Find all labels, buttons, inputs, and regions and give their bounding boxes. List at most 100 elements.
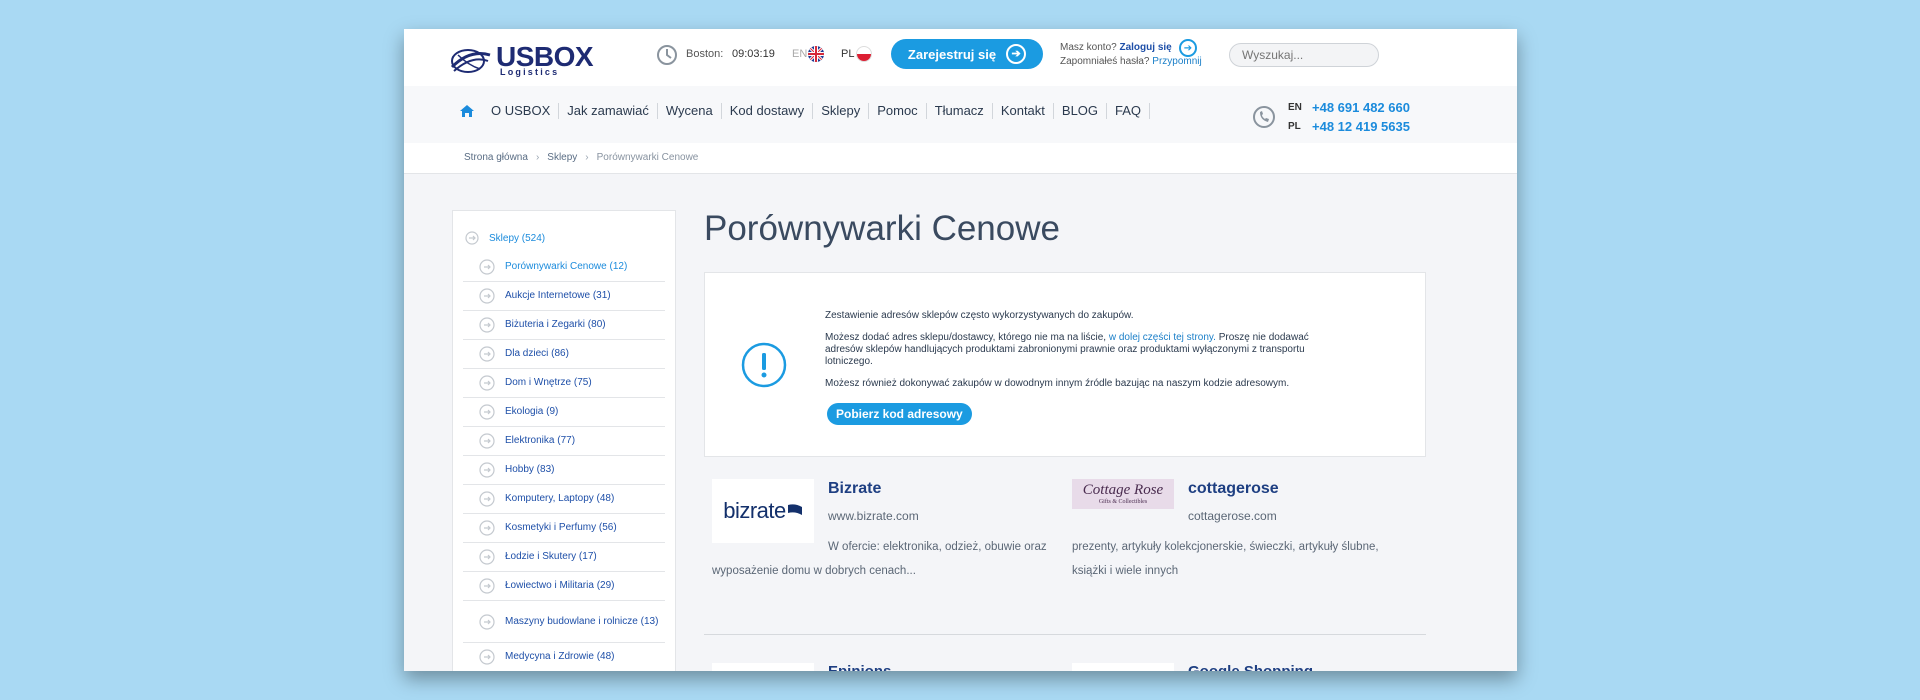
shop-card-bizrate: bizrate Bizrate www.bizrate.com W oferci… — [712, 479, 1052, 599]
circle-arrow-icon — [479, 491, 495, 507]
sidebar-item-label: Elektronika (77) — [505, 435, 576, 446]
info-box: Zestawienie adresów sklepów często wykor… — [704, 272, 1426, 457]
nav-item-kontakt[interactable]: Kontakt — [991, 103, 1053, 119]
shop-url[interactable]: cottagerose.com — [1188, 509, 1277, 523]
phone-number-pl[interactable]: +48 12 419 5635 — [1312, 119, 1410, 134]
shop-url[interactable]: www.bizrate.com — [828, 509, 919, 523]
sidebar-item-label: Łowiectwo i Militaria (29) — [505, 580, 615, 591]
sidebar-item-label: Komputery, Laptopy (48) — [505, 493, 615, 504]
shop-card-cottagerose: Cottage Rose Gifts & Collectibles cottag… — [1072, 479, 1412, 599]
city-label: Boston: — [686, 48, 724, 60]
globe-logo-icon — [450, 49, 491, 73]
cottagerose-logo[interactable]: Cottage Rose Gifts & Collectibles — [1072, 479, 1174, 509]
add-shop-link[interactable]: w dolej części tej strony. — [1109, 332, 1216, 343]
sidebar-item-label: Ekologia (9) — [505, 406, 559, 417]
register-label: Zarejestruj się — [907, 46, 997, 62]
breadcrumb-shops[interactable]: Sklepy — [547, 152, 577, 163]
sidebar-item-label: Biżuteria i Zegarki (80) — [505, 319, 606, 330]
phone-icon — [1253, 106, 1275, 128]
top-bar: USBOX Logistics Boston: 09:03:19 EN PL Z… — [404, 29, 1517, 86]
sidebar-item[interactable]: Łowiectwo i Militaria (29) — [463, 572, 665, 601]
sidebar-item[interactable]: Maszyny budowlane i rolnicze (13) — [463, 601, 665, 643]
nav-item-pomoc[interactable]: Pomoc — [868, 103, 925, 119]
shop-name-google-shopping[interactable]: Google Shopping — [1188, 663, 1313, 671]
sidebar-item[interactable]: Hobby (83) — [463, 456, 665, 485]
uk-flag-icon[interactable] — [808, 46, 824, 62]
shop-name[interactable]: Bizrate — [828, 480, 881, 498]
nav-item-faq[interactable]: FAQ — [1106, 103, 1151, 119]
sidebar-item[interactable]: Komputery, Laptopy (48) — [463, 485, 665, 514]
pl-flag-icon[interactable] — [856, 46, 872, 62]
chevron-right-icon: › — [585, 152, 589, 163]
sidebar-item-label: Kosmetyki i Perfumy (56) — [505, 522, 617, 533]
cards-divider — [704, 634, 1426, 635]
sidebar-root[interactable]: Sklepy (524) — [465, 231, 545, 245]
sidebar-item-label: Hobby (83) — [505, 464, 555, 475]
circle-arrow-icon — [479, 259, 495, 275]
lang-pl-label[interactable]: PL — [841, 48, 854, 60]
sidebar-item-label: Dom i Wnętrze (75) — [505, 377, 592, 388]
breadcrumb-home[interactable]: Strona główna — [464, 152, 528, 163]
circle-arrow-icon — [479, 346, 495, 362]
circle-arrow-icon — [479, 375, 495, 391]
exclamation-icon — [741, 342, 787, 388]
login-arrow-icon[interactable]: ➔ — [1179, 39, 1197, 57]
browser-page: USBOX Logistics Boston: 09:03:19 EN PL Z… — [404, 29, 1517, 671]
sidebar-item[interactable]: Medycyna i Zdrowie (48) — [463, 643, 665, 671]
lang-en-label[interactable]: EN — [792, 48, 807, 60]
login-link[interactable]: Zaloguj się — [1119, 42, 1171, 53]
sidebar-item-label: Porównywarki Cenowe (12) — [505, 261, 628, 272]
account-question: Masz konto? Zaloguj się — [1060, 42, 1172, 53]
info-paragraph-3: Możesz również dokonywać zakupów w dowod… — [825, 378, 1290, 389]
sidebar-item[interactable]: Porównywarki Cenowe (12) — [463, 253, 665, 282]
sidebar-item[interactable]: Ekologia (9) — [463, 398, 665, 427]
nav-item-jak-zamawiac[interactable]: Jak zamawiać — [558, 103, 657, 119]
sidebar-item[interactable]: Biżuteria i Zegarki (80) — [463, 311, 665, 340]
nav-menu: O USBOX Jak zamawiać Wycena Kod dostawy … — [459, 103, 1151, 119]
sidebar-item[interactable]: Aukcje Internetowe (31) — [463, 282, 665, 311]
usbox-logo[interactable]: USBOX Logistics — [448, 41, 598, 77]
home-icon[interactable] — [459, 103, 475, 119]
nav-item-kod-dostawy[interactable]: Kod dostawy — [720, 103, 812, 119]
sidebar-item[interactable]: Łodzie i Skutery (17) — [463, 543, 665, 572]
register-button[interactable]: Zarejestruj się ➔ — [891, 39, 1043, 69]
category-sidebar: Sklepy (524) Porównywarki Cenowe (12) Auk… — [452, 210, 676, 671]
nav-item-o-usbox[interactable]: O USBOX — [483, 103, 558, 119]
info-paragraph-1: Zestawienie adresów sklepów często wykor… — [825, 310, 1134, 321]
clock-time: 09:03:19 — [732, 48, 775, 60]
download-address-code-button[interactable]: Pobierz kod adresowy — [827, 403, 972, 425]
sidebar-item-label: Maszyny budowlane i rolnicze (13) — [505, 615, 659, 627]
sidebar-item[interactable]: Elektronika (77) — [463, 427, 665, 456]
chevron-right-icon: › — [535, 152, 540, 163]
nav-item-blog[interactable]: BLOG — [1052, 103, 1106, 119]
sidebar-item-label: Łodzie i Skutery (17) — [505, 551, 597, 562]
shop-description: prezenty, artykuły kolekcjonerskie, świe… — [1072, 541, 1379, 577]
search-input[interactable] — [1229, 43, 1379, 67]
clock-icon — [657, 45, 677, 65]
phone-numbers: EN +48 691 482 660 PL +48 12 419 5635 — [1288, 98, 1410, 136]
arrow-right-icon: ➔ — [1006, 44, 1027, 64]
bizrate-logo[interactable]: bizrate — [712, 479, 814, 543]
circle-arrow-icon — [479, 578, 495, 594]
shop-name[interactable]: cottagerose — [1188, 480, 1279, 498]
sidebar-item[interactable]: Dla dzieci (86) — [463, 340, 665, 369]
nav-item-tlumacz[interactable]: Tłumacz — [925, 103, 992, 119]
epinions-logo[interactable] — [712, 663, 814, 671]
nav-item-wycena[interactable]: Wycena — [656, 103, 721, 119]
info-paragraph-2: Możesz dodać adres sklepu/dostawcy, któr… — [825, 332, 1309, 367]
nav-item-sklepy[interactable]: Sklepy — [812, 103, 868, 119]
phone-number-en[interactable]: +48 691 482 660 — [1312, 100, 1410, 115]
circle-arrow-icon — [479, 462, 495, 478]
forgot-password: Zapomniałeś hasła? Przypomnij — [1060, 56, 1202, 67]
sidebar-item[interactable]: Dom i Wnętrze (75) — [463, 369, 665, 398]
circle-arrow-icon — [479, 549, 495, 565]
remind-link[interactable]: Przypomnij — [1152, 56, 1201, 67]
shop-name-epinions[interactable]: Epinions — [828, 663, 891, 671]
shop-description: W ofercie: elektronika, odzież, obuwie o… — [712, 541, 1047, 577]
main-nav: O USBOX Jak zamawiać Wycena Kod dostawy … — [404, 86, 1517, 144]
google-shopping-logo[interactable] — [1072, 663, 1174, 671]
breadcrumb-current: Porównywarki Cenowe — [596, 152, 699, 163]
sidebar-item[interactable]: Kosmetyki i Perfumy (56) — [463, 514, 665, 543]
circle-arrow-icon — [479, 613, 495, 630]
circle-arrow-icon — [479, 433, 495, 449]
